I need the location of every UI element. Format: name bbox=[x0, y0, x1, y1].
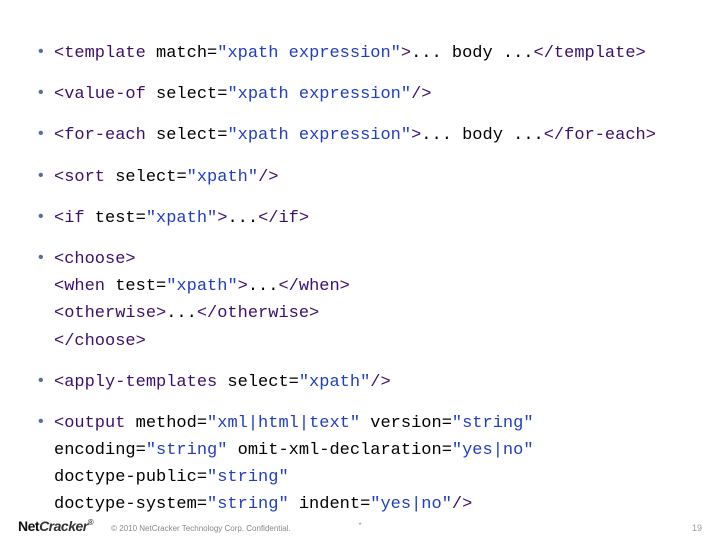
code-segment-attr: method bbox=[125, 414, 196, 433]
code-line: doctype-public="string" bbox=[54, 464, 690, 491]
code-segment-body: ... bbox=[227, 209, 258, 228]
code-segment-tag: <for-each bbox=[54, 126, 146, 145]
code-segment-val: "xpath" bbox=[146, 209, 217, 228]
code-segment-tag: /> bbox=[370, 373, 390, 392]
code-segment-eq: = bbox=[217, 126, 227, 145]
code-segment-tag: <sort bbox=[54, 168, 105, 187]
code-segment-tag: </template> bbox=[534, 44, 646, 63]
code-line: <for-each select="xpath expression">... … bbox=[54, 126, 656, 145]
logo-main: Net bbox=[18, 518, 39, 534]
code-line: <when test="xpath">...</when> bbox=[54, 273, 690, 300]
logo: NetCracker® bbox=[18, 518, 93, 534]
bullet-item: <template match="xpath expression">... b… bbox=[30, 40, 690, 67]
code-segment-tag: <choose> bbox=[54, 250, 136, 269]
code-segment-eq: = bbox=[442, 414, 452, 433]
bullet-item: <choose><when test="xpath">...</when><ot… bbox=[30, 246, 690, 355]
code-segment-tag: /> bbox=[258, 168, 278, 187]
code-segment-val: "xpath expression" bbox=[217, 44, 401, 63]
code-segment-tag: <if bbox=[54, 209, 85, 228]
code-segment-attr: encoding bbox=[54, 441, 136, 460]
code-segment-attr: doctype-public bbox=[54, 468, 197, 487]
page-number: 19 bbox=[692, 523, 702, 533]
bullet-item: <for-each select="xpath expression">... … bbox=[30, 122, 690, 149]
code-segment-val: "xml|html|text" bbox=[207, 414, 360, 433]
code-segment-tag: > bbox=[401, 44, 411, 63]
code-segment-tag: > bbox=[238, 277, 248, 296]
bullet-item: <value-of select="xpath expression"/> bbox=[30, 81, 690, 108]
code-segment-tag: <otherwise> bbox=[54, 304, 166, 323]
code-segment-val: "string" bbox=[207, 468, 289, 487]
code-segment-attr: omit-xml-declaration bbox=[227, 441, 441, 460]
code-segment-tag: </choose> bbox=[54, 332, 146, 351]
bullet-item: <apply-templates select="xpath"/> bbox=[30, 369, 690, 396]
code-segment-attr: match bbox=[146, 44, 207, 63]
code-segment-eq: = bbox=[197, 468, 207, 487]
code-segment-val: "xpath expression" bbox=[227, 126, 411, 145]
code-segment-body: ... body ... bbox=[411, 44, 533, 63]
code-segment-tag: </otherwise> bbox=[197, 304, 319, 323]
code-segment-eq: = bbox=[197, 414, 207, 433]
code-segment-tag: <apply-templates bbox=[54, 373, 217, 392]
footer-star: * bbox=[358, 521, 361, 530]
code-segment-val: "string" bbox=[146, 441, 228, 460]
code-segment-body: ... bbox=[248, 277, 279, 296]
code-line: <sort select="xpath"/> bbox=[54, 168, 278, 187]
code-segment-eq: = bbox=[136, 209, 146, 228]
code-segment-attr: test bbox=[105, 277, 156, 296]
code-line: <value-of select="xpath expression"/> bbox=[54, 85, 432, 104]
code-segment-val: "xpath" bbox=[166, 277, 237, 296]
code-segment-val: "xpath" bbox=[187, 168, 258, 187]
bullet-item: <output method="xml|html|text" version="… bbox=[30, 410, 690, 519]
code-segment-eq: = bbox=[136, 441, 146, 460]
code-line: <choose> bbox=[54, 250, 136, 269]
code-segment-tag: /> bbox=[411, 85, 431, 104]
code-line: <apply-templates select="xpath"/> bbox=[54, 373, 391, 392]
logo-italic: Cracker bbox=[39, 518, 88, 534]
code-segment-tag: <value-of bbox=[54, 85, 146, 104]
logo-sup: ® bbox=[88, 518, 93, 527]
code-line: <template match="xpath expression">... b… bbox=[54, 44, 646, 63]
code-segment-eq: = bbox=[156, 277, 166, 296]
slide-footer: NetCracker® © 2010 NetCracker Technology… bbox=[0, 508, 720, 534]
bullet-item: <sort select="xpath"/> bbox=[30, 164, 690, 191]
code-segment-eq: = bbox=[289, 373, 299, 392]
code-segment-eq: = bbox=[176, 168, 186, 187]
code-line: <output method="xml|html|text" version="… bbox=[54, 414, 534, 433]
code-segment-tag: <template bbox=[54, 44, 146, 63]
code-segment-tag: > bbox=[217, 209, 227, 228]
xslt-elements-list: <template match="xpath expression">... b… bbox=[30, 40, 690, 519]
code-line: <otherwise>...</otherwise> bbox=[54, 300, 690, 327]
code-segment-tag: <when bbox=[54, 277, 105, 296]
code-segment-eq: = bbox=[442, 441, 452, 460]
code-line: encoding="string" omit-xml-declaration="… bbox=[54, 437, 690, 464]
code-segment-tag: > bbox=[411, 126, 421, 145]
code-segment-attr: select bbox=[217, 373, 288, 392]
code-segment-attr: select bbox=[146, 126, 217, 145]
copyright-text: © 2010 NetCracker Technology Corp. Confi… bbox=[111, 524, 291, 533]
code-segment-val: "xpath" bbox=[299, 373, 370, 392]
code-segment-tag: </when> bbox=[278, 277, 349, 296]
code-segment-val: "yes|no" bbox=[452, 441, 534, 460]
code-segment-attr: test bbox=[85, 209, 136, 228]
code-line: <if test="xpath">...</if> bbox=[54, 209, 309, 228]
code-segment-attr: version bbox=[360, 414, 442, 433]
code-line: </choose> bbox=[54, 328, 690, 355]
code-segment-val: "xpath expression" bbox=[227, 85, 411, 104]
code-segment-eq: = bbox=[217, 85, 227, 104]
code-segment-body: ... body ... bbox=[421, 126, 543, 145]
code-segment-val: "string" bbox=[452, 414, 534, 433]
code-segment-attr: select bbox=[146, 85, 217, 104]
bullet-item: <if test="xpath">...</if> bbox=[30, 205, 690, 232]
code-segment-eq: = bbox=[207, 44, 217, 63]
code-segment-tag: </if> bbox=[258, 209, 309, 228]
code-segment-body: ... bbox=[166, 304, 197, 323]
code-segment-tag: </for-each> bbox=[544, 126, 656, 145]
code-segment-attr: select bbox=[105, 168, 176, 187]
code-segment-tag: <output bbox=[54, 414, 125, 433]
